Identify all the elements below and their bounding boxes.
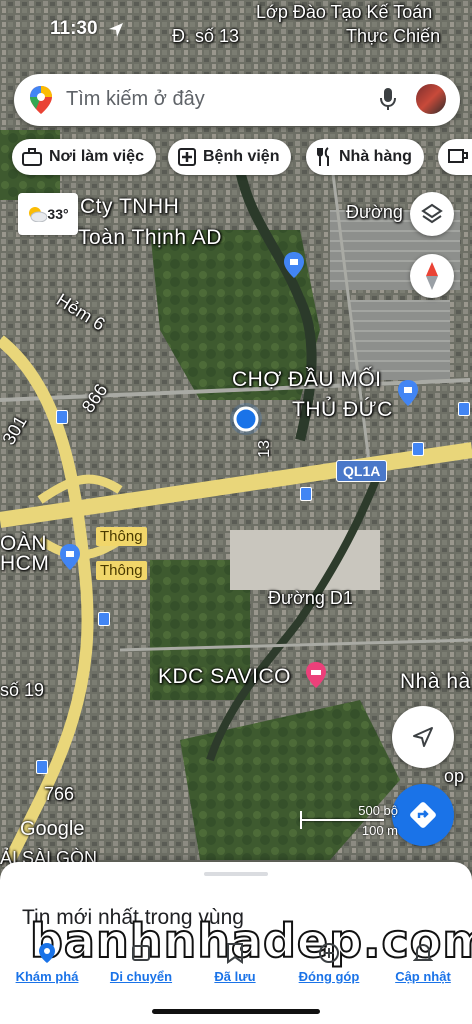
place-label[interactable]: Toàn Thịnh AD	[78, 226, 222, 250]
compass-button[interactable]	[410, 254, 454, 298]
tab-label: Di chuyển	[109, 969, 173, 984]
chip-cafe[interactable]	[438, 139, 472, 175]
bell-icon	[412, 943, 434, 961]
layers-icon	[421, 203, 443, 224]
road-number-label: 766	[44, 784, 75, 804]
road-name-chip: Thông	[96, 561, 147, 580]
place-label[interactable]: Thực Chiến	[346, 26, 440, 47]
microphone-icon[interactable]	[380, 87, 396, 111]
bus-stop-icon[interactable]	[98, 612, 110, 626]
chip-work[interactable]: Nơi làm việc	[12, 139, 156, 175]
place-label[interactable]: HCM	[0, 552, 49, 576]
briefcase-icon	[22, 148, 42, 166]
maps-pin-logo-icon	[30, 86, 52, 114]
sheet-handle[interactable]	[204, 872, 268, 876]
google-logo: Google	[20, 818, 85, 840]
market-label[interactable]: THỦ ĐỨC	[292, 398, 393, 422]
home-indicator	[152, 1009, 320, 1014]
weather-widget[interactable]: 33°	[18, 193, 78, 235]
chip-label: Nhà hàng	[339, 148, 412, 165]
hotel-pin-icon[interactable]	[306, 662, 326, 688]
coffee-icon	[448, 149, 468, 163]
road-name-chip: Thông	[96, 527, 147, 546]
bottom-nav: Khám phá Di chuyển Đã lưu Đóng góp Cập n…	[0, 942, 472, 992]
weather-temp: 33°	[47, 206, 69, 222]
street-label: số 19	[0, 680, 45, 700]
search-input[interactable]: Tìm kiếm ở đây	[66, 88, 205, 111]
tab-label: Đã lưu	[214, 969, 256, 984]
bus-stop-icon[interactable]	[36, 760, 48, 774]
tab-contribute[interactable]: Đóng góp	[282, 942, 376, 984]
restaurant-icon	[317, 147, 329, 166]
compass-icon	[426, 262, 438, 290]
place-label[interactable]: Lớp Đào Tạo Kế Toán	[256, 2, 432, 23]
tab-label: Đóng góp	[298, 969, 360, 984]
satellite-map[interactable]: Đ. số 13 Lớp Đào Tạo Kế Toán Thực Chiến …	[0, 0, 472, 880]
market-label[interactable]: CHỢ ĐẦU MỐI	[232, 368, 382, 392]
bus-stop-icon[interactable]	[56, 410, 68, 424]
directions-icon	[410, 802, 436, 828]
chip-label: Nơi làm việc	[49, 148, 144, 165]
bottom-sheet[interactable]: Tin mới nhất trong vùng banhnhadep.com K…	[0, 862, 472, 1024]
street-label: Đường D1	[268, 588, 353, 608]
place-label[interactable]: Nhà hà	[400, 670, 471, 694]
hospital-icon	[178, 148, 196, 166]
add-circle-icon	[319, 943, 339, 963]
tab-updates[interactable]: Cập nhật	[376, 942, 470, 984]
layers-button[interactable]	[410, 192, 454, 236]
location-arrow-icon	[109, 23, 123, 37]
street-label: Đường	[346, 202, 403, 222]
commute-icon	[132, 945, 150, 961]
tab-explore[interactable]: Khám phá	[0, 942, 94, 984]
navigation-arrow-icon	[413, 727, 433, 747]
status-time: 11:30	[50, 18, 98, 39]
scale-imperial: 500 bộ	[358, 803, 398, 818]
place-label[interactable]: op	[444, 766, 464, 787]
search-bar[interactable]: Tìm kiếm ở đây	[14, 74, 460, 126]
bus-stop-icon[interactable]	[458, 402, 470, 416]
tab-label: Khám phá	[15, 969, 79, 984]
avatar[interactable]	[414, 82, 448, 116]
chip-restaurant[interactable]: Nhà hàng	[306, 139, 424, 175]
my-location-button[interactable]	[392, 706, 454, 768]
explore-pin-icon	[39, 943, 55, 963]
bookmark-icon	[227, 943, 243, 964]
shopping-pin-icon[interactable]	[284, 252, 304, 278]
place-label[interactable]: Cty TNHH	[80, 195, 179, 219]
tab-commute[interactable]: Di chuyển	[94, 942, 188, 984]
place-label[interactable]: KDC SAVICO	[158, 665, 291, 689]
street-label: Đ. số 13	[172, 26, 240, 46]
scale-metric: 100 m	[361, 823, 398, 838]
tab-label: Cập nhật	[395, 969, 451, 984]
bus-stop-icon[interactable]	[300, 487, 312, 501]
chip-label: Bệnh viện	[203, 148, 280, 165]
partly-cloudy-icon	[29, 207, 48, 222]
tab-saved[interactable]: Đã lưu	[188, 942, 282, 984]
bus-stop-icon[interactable]	[412, 442, 424, 456]
road-number-label: 13	[255, 440, 273, 458]
shopping-pin-icon[interactable]	[60, 544, 80, 570]
highway-shield: QL1A	[336, 460, 388, 482]
directions-button[interactable]	[392, 784, 454, 846]
shopping-pin-icon[interactable]	[398, 380, 418, 406]
chip-hospital[interactable]: Bệnh viện	[168, 139, 292, 175]
